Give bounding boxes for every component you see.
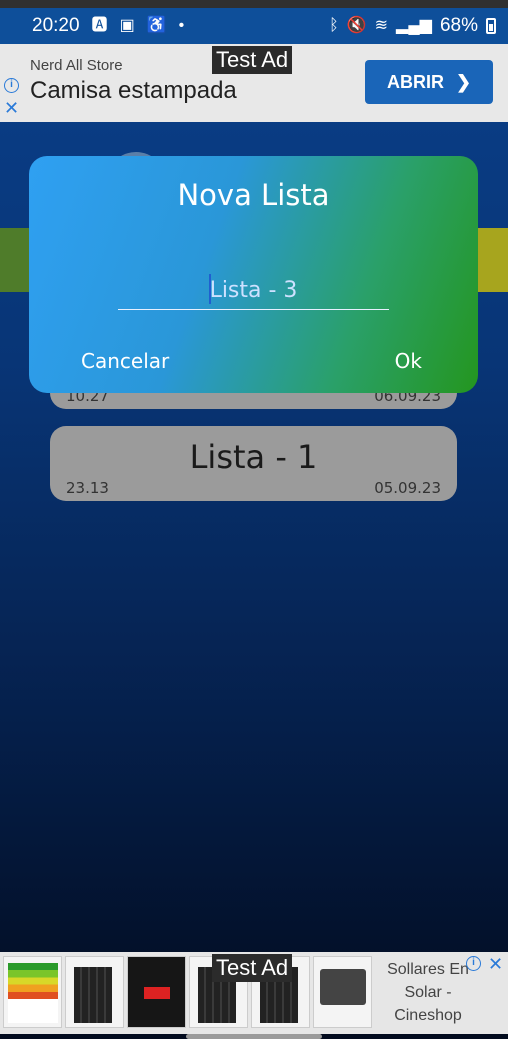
ad-image-strip [3, 956, 372, 1028]
solar-panel-image [65, 956, 124, 1028]
new-list-dialog: Nova Lista Cancelar Ok [29, 156, 478, 393]
signal-icon: ▂▄▆ [396, 17, 432, 34]
ad-title: Camisa estampada [30, 77, 237, 104]
dialog-title: Nova Lista [177, 178, 330, 212]
ad-info-icon[interactable]: i [4, 78, 19, 93]
ok-button[interactable]: Ok [395, 349, 422, 373]
list-card-title: Lista - 1 [189, 438, 318, 476]
list-card-date: 05.09.23 [374, 479, 441, 497]
gesture-nav-bar[interactable] [186, 1034, 322, 1039]
cancel-button[interactable]: Cancelar [81, 349, 169, 373]
accessibility-icon: ♿ [146, 17, 167, 34]
bottom-ad-banner[interactable]: Test Ad Sollares En Solar - Cineshop i ✕ [0, 952, 508, 1034]
energy-label-image [3, 956, 62, 1028]
color-band-left [0, 228, 30, 292]
status-time: 20:20 [32, 15, 80, 36]
ad-close-icon[interactable]: ✕ [4, 99, 19, 117]
notification-a-icon: 🅰 [91, 17, 108, 34]
wifi-icon: ≋ [374, 17, 389, 34]
status-bar: 20:20 🅰 ▣ ♿ • ᛒ 🔇 ≋ ▂▄▆ 68% [0, 8, 508, 44]
ad-close-icon[interactable]: ✕ [488, 954, 503, 975]
chevron-right-icon: ❯ [455, 71, 472, 92]
ad-info-icon[interactable]: i [466, 956, 481, 971]
text-caret [209, 274, 211, 304]
app-screen: 20:20 🅰 ▣ ♿ • ᛒ 🔇 ≋ ▂▄▆ 68% Test Ad i ✕ … [0, 0, 508, 1039]
ad-store-name: Nerd All Store [30, 57, 123, 74]
battery-icon [486, 18, 496, 34]
ad-open-label: ABRIR [386, 71, 444, 92]
list-card[interactable]: Lista - 1 23.13 05.09.23 [50, 426, 457, 501]
top-frame [0, 0, 508, 8]
test-ad-label: Test Ad [212, 46, 293, 74]
dot-icon: • [178, 17, 185, 34]
battery-percent: 68% [439, 15, 478, 36]
ad-bottom-text: Sollares En Solar - Cineshop [387, 961, 469, 1024]
mute-icon: 🔇 [346, 17, 367, 34]
test-ad-label: Test Ad [212, 954, 293, 982]
list-card-total: 23.13 [66, 479, 109, 497]
inverter-unit-image [313, 956, 372, 1028]
top-ad-banner[interactable]: Test Ad i ✕ Nerd All Store Camisa estamp… [0, 44, 508, 122]
color-band-right [478, 228, 508, 292]
ad-open-button[interactable]: ABRIR ❯ [365, 60, 493, 104]
sim-icon: ▣ [119, 17, 135, 34]
list-name-input[interactable] [118, 272, 389, 310]
inverter-box-image [127, 956, 186, 1028]
bluetooth-icon: ᛒ [329, 17, 339, 34]
